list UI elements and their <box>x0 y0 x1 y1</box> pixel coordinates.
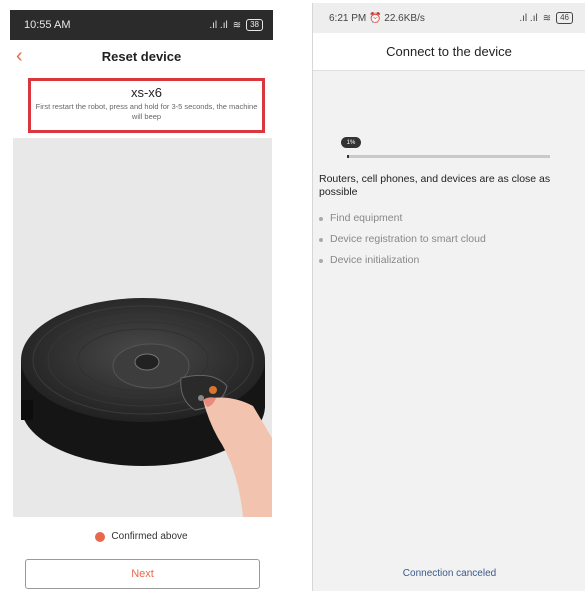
status-time: 10:55 AM <box>24 19 71 31</box>
robot-illustration <box>13 138 272 517</box>
robot-vacuum-image <box>21 298 272 517</box>
step-label: Find equipment <box>330 212 403 224</box>
reset-instruction: First restart the robot, press and hold … <box>35 102 258 121</box>
battery-icon: 46 <box>556 12 573 24</box>
wifi-icon: ≋ <box>232 19 242 31</box>
progress-label: 1% <box>341 137 361 148</box>
network-speed: 22.6KB/s <box>384 12 425 24</box>
step-label: Device initialization <box>330 254 420 266</box>
confirm-row[interactable]: Confirmed above <box>10 531 273 542</box>
status-bar: 6:21 PM ⏰ 22.6KB/s .ıl .ıl ≋ 46 <box>313 3 585 33</box>
connection-canceled-link[interactable]: Connection canceled <box>313 568 585 579</box>
status-time: 6:21 PM <box>329 12 367 24</box>
step-label: Device registration to smart cloud <box>330 233 486 245</box>
alarm-icon: ⏰ <box>369 12 382 24</box>
bullet-icon <box>319 258 323 263</box>
page-title: Connect to the device <box>313 33 585 71</box>
battery-icon: 38 <box>246 19 263 31</box>
status-left-group: 6:21 PM ⏰ 22.6KB/s <box>329 13 425 24</box>
signal-icon: .ıl .ıl <box>519 12 538 24</box>
next-button[interactable]: Next <box>25 559 260 589</box>
device-name: xs-x6 <box>130 85 163 100</box>
signal-icon: .ıl .ıl <box>209 19 228 31</box>
proximity-message: Routers, cell phones, and devices are as… <box>319 173 551 198</box>
chevron-left-icon[interactable]: ‹ <box>16 46 23 66</box>
radio-checked-icon[interactable] <box>95 531 106 542</box>
progress-bar <box>347 155 550 158</box>
step-item: Device registration to smart cloud <box>319 229 581 250</box>
bullet-icon <box>319 237 323 242</box>
status-bar: 10:55 AM .ıl .ıl ≋ 38 <box>10 10 273 40</box>
device-info-box: xs-x6 First restart the robot, press and… <box>28 78 265 133</box>
reset-device-screen: 10:55 AM .ıl .ıl ≋ 38 ‹ Reset device xs-… <box>10 10 273 589</box>
step-item: Device initialization <box>319 250 581 271</box>
bullet-icon <box>319 216 323 221</box>
confirm-label: Confirmed above <box>111 531 188 542</box>
status-icons: .ıl .ıl ≋ 46 <box>519 12 573 24</box>
connect-device-screen: 6:21 PM ⏰ 22.6KB/s .ıl .ıl ≋ 46 Connect … <box>312 3 585 591</box>
progress-fill <box>347 155 350 158</box>
connection-steps: Find equipment Device registration to sm… <box>319 208 581 271</box>
wifi-icon: ≋ <box>542 12 552 24</box>
page-title: Reset device <box>101 48 182 64</box>
status-icons: .ıl .ıl ≋ 38 <box>209 19 263 31</box>
step-item: Find equipment <box>319 208 581 229</box>
page-header: ‹ Reset device <box>10 40 273 72</box>
